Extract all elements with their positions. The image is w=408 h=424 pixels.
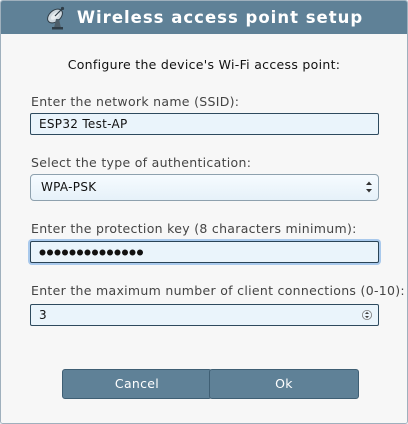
password-dot [69,249,76,256]
stepper-arrows-icon[interactable] [362,308,372,322]
dialog-title: Wireless access point setup [76,8,364,27]
password-dot [122,249,128,256]
auth-select[interactable]: WPA-PSK [30,174,379,201]
password-dot [62,249,68,256]
password-dot [129,249,136,256]
password-dot [92,249,98,256]
max-clients-value: 3 [39,308,47,322]
dialog-titlebar[interactable]: Wireless access point setup [1,1,407,34]
password-dot [107,249,113,256]
password-dot [114,249,121,256]
key-label: Enter the protection key (8 characters m… [31,221,357,236]
auth-label: Select the type of authentication: [31,155,252,170]
auth-selected-value: WPA-PSK [41,180,97,194]
password-dot [77,249,83,256]
select-arrows-icon [366,181,372,193]
max-clients-number-input[interactable]: 3 [30,304,379,326]
password-dot [84,249,91,256]
ssid-input[interactable]: ESP32 Test-AP [30,113,379,135]
ssid-label: Enter the network name (SSID): [31,94,240,109]
key-password-input[interactable] [30,241,379,263]
ssid-value: ESP32 Test-AP [39,117,128,131]
dialog-body: Configure the device's Wi-Fi access poin… [1,34,407,423]
password-dot [99,249,106,256]
max-clients-label: Enter the maximum number of client conne… [31,283,405,298]
password-dot [39,249,46,256]
satellite-dish-icon [46,6,64,29]
password-dot [47,249,53,256]
password-dot [54,249,61,256]
password-dot [137,249,143,256]
password-mask [39,249,143,256]
dialog-heading: Configure the device's Wi-Fi access poin… [67,57,341,72]
access-point-dialog: Wireless access point setup Configure th… [0,0,408,424]
cancel-button[interactable]: Cancel [62,369,212,399]
ok-button[interactable]: Ok [209,369,359,399]
